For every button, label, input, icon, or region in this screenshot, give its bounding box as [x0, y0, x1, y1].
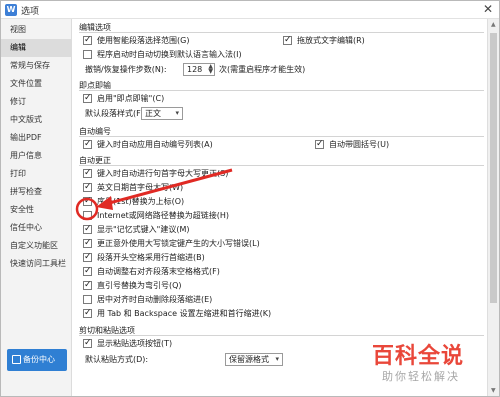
scrollbar-thumb[interactable]: [490, 33, 497, 303]
option-label: 显示"记忆式键入"建议(M): [97, 225, 190, 234]
checkbox[interactable]: [83, 265, 92, 277]
option-label: 拖放式文字编辑(R): [297, 36, 365, 45]
option-label: 键入时自动进行句首字母大写更正(S): [97, 169, 229, 178]
sidebar-item-export-pdf[interactable]: 输出PDF: [1, 129, 71, 147]
option-label: 居中对齐时自动删除段落缩进(E): [97, 295, 213, 304]
sidebar-item-file-location[interactable]: 文件位置: [1, 75, 71, 93]
scroll-up-icon[interactable]: ▲: [491, 21, 496, 28]
section-divider: [79, 32, 484, 33]
undo-steps-spinner[interactable]: 128 ▲ ▼: [183, 63, 215, 76]
option-label: 英文日期首字母大写(W): [97, 183, 184, 192]
checkbox[interactable]: [83, 181, 92, 193]
sidebar: 视图 编辑 常规与保存 文件位置 修订 中文版式 输出PDF 用户信息 打印 拼…: [1, 19, 72, 396]
sidebar-item-security[interactable]: 安全性: [1, 201, 71, 219]
close-icon[interactable]: ✕: [483, 2, 493, 16]
undo-steps-suffix: 次(需重启程序才能生效): [219, 65, 306, 74]
checkbox[interactable]: [83, 295, 92, 304]
sidebar-item-print[interactable]: 打印: [1, 165, 71, 183]
watermark: 百科全说 助你轻松解决: [372, 338, 492, 390]
section-divider: [79, 90, 484, 91]
checkbox[interactable]: [83, 223, 92, 235]
default-style-label: 默认段落样式(F):: [85, 109, 147, 118]
checkbox[interactable]: [283, 34, 292, 46]
option-label: 直引号替换为弯引号(Q): [97, 281, 182, 290]
undo-steps-label: 撤销/恢复操作步数(N):: [85, 65, 167, 74]
option-label: 用 Tab 和 Backspace 设置左缩进和首行缩进(K): [97, 309, 272, 318]
option-label: 更正意外使用大写锁定键产生的大小写错误(L): [97, 239, 260, 248]
app-icon: W: [5, 4, 17, 16]
checkbox[interactable]: [83, 251, 92, 263]
watermark-main: 百科全说: [372, 344, 465, 369]
checkbox[interactable]: [83, 307, 92, 319]
checkbox[interactable]: [83, 138, 92, 150]
undo-steps-value: 128: [187, 65, 203, 74]
option-label: 使用智能段落选择范围(G): [97, 36, 190, 45]
option-label: 自动调整右对齐段落末空格格式(F): [97, 267, 220, 276]
checkbox[interactable]: [83, 211, 92, 220]
section-divider: [79, 136, 484, 137]
default-style-select[interactable]: 正文 ▾: [141, 107, 183, 120]
spinner-arrows-icon[interactable]: ▲ ▼: [208, 64, 213, 75]
checkbox[interactable]: [83, 279, 92, 291]
default-paste-select[interactable]: 保留源格式 ▾: [225, 353, 283, 366]
option-label: Internet或网络路径替换为超链接(H): [97, 211, 230, 220]
sidebar-item-revision[interactable]: 修订: [1, 93, 71, 111]
title-bar: W 选项 ✕: [1, 1, 499, 19]
option-label: 启用"即点即输"(C): [97, 94, 165, 103]
section-divider: [79, 165, 484, 166]
checkbox[interactable]: [83, 92, 92, 104]
option-label: 段落开头空格采用行首缩进(B): [97, 253, 205, 262]
sidebar-item-chinese-layout[interactable]: 中文版式: [1, 111, 71, 129]
checkbox[interactable]: [83, 195, 92, 207]
backup-center-label: 备份中心: [23, 355, 55, 364]
default-style-value: 正文: [145, 109, 161, 118]
backup-icon: [12, 355, 21, 364]
sidebar-item-view[interactable]: 视图: [1, 21, 71, 39]
default-paste-label: 默认粘贴方式(D):: [85, 355, 149, 364]
chevron-down-icon: ▾: [275, 355, 279, 363]
checkbox[interactable]: [315, 138, 324, 150]
option-label: 显示粘贴选项按钮(T): [97, 339, 173, 348]
checkbox[interactable]: [83, 237, 92, 249]
option-label: 键入时自动应用自动编号列表(A): [97, 140, 213, 149]
window-title: 选项: [21, 7, 40, 17]
chevron-down-icon: ▾: [175, 109, 179, 117]
option-label: 程序启动时自动切换到默认语言输入法(I): [97, 50, 242, 59]
sidebar-item-quick-access[interactable]: 快速访问工具栏: [1, 255, 71, 273]
backup-center-button[interactable]: 备份中心: [7, 349, 67, 371]
sidebar-item-customize-ribbon[interactable]: 自定义功能区: [1, 237, 71, 255]
checkbox[interactable]: [83, 34, 92, 46]
watermark-sub: 助你轻松解决: [382, 370, 460, 383]
sidebar-item-trust-center[interactable]: 信任中心: [1, 219, 71, 237]
option-label: 序号(1st)替换为上标(O): [97, 197, 185, 206]
sidebar-item-spell-check[interactable]: 拼写检查: [1, 183, 71, 201]
sidebar-item-user-info[interactable]: 用户信息: [1, 147, 71, 165]
checkbox[interactable]: [83, 50, 92, 59]
section-divider: [79, 335, 484, 336]
default-paste-value: 保留源格式: [229, 355, 269, 364]
option-label: 自动带圆括号(U): [329, 140, 390, 149]
checkbox[interactable]: [83, 167, 92, 179]
sidebar-item-edit[interactable]: 编辑: [1, 39, 71, 57]
sidebar-item-general-save[interactable]: 常规与保存: [1, 57, 71, 75]
checkbox[interactable]: [83, 337, 92, 349]
